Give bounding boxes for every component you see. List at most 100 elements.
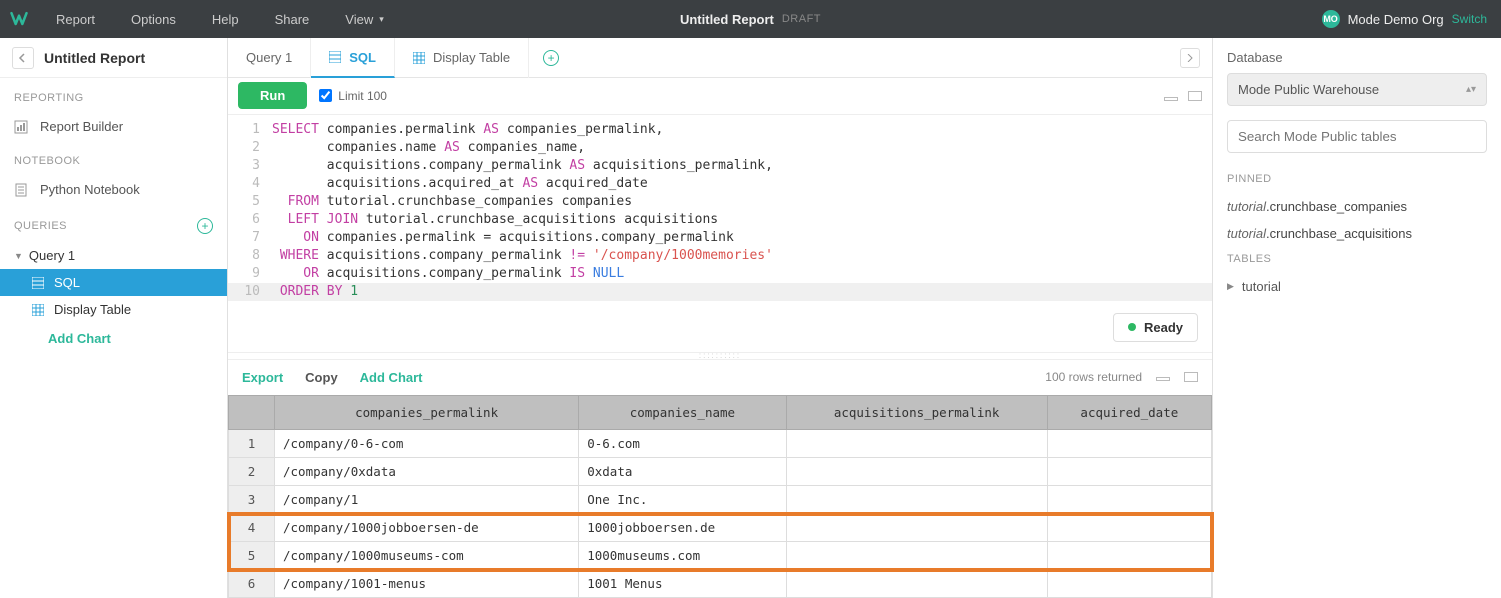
code-content[interactable]: companies.name AS companies_name, bbox=[272, 139, 585, 157]
sidebar-title: Untitled Report bbox=[44, 50, 145, 66]
table-cell[interactable]: /company/1000jobboersen-de bbox=[275, 514, 579, 542]
table-cell[interactable]: /company/1001-menus bbox=[275, 570, 579, 598]
row-number-header bbox=[229, 396, 275, 430]
pane-resize-handle[interactable]: :::::::::: bbox=[228, 352, 1212, 360]
table-row[interactable]: 6/company/1001-menus1001 Menus bbox=[229, 570, 1212, 598]
add-tab-button[interactable]: + bbox=[543, 50, 559, 66]
table-cell[interactable] bbox=[1047, 570, 1211, 598]
app-logo[interactable] bbox=[0, 0, 38, 38]
code-line[interactable]: 9 OR acquisitions.company_permalink IS N… bbox=[228, 265, 1212, 283]
code-line[interactable]: 8 WHERE acquisitions.company_permalink !… bbox=[228, 247, 1212, 265]
table-row[interactable]: 5/company/1000museums-com1000museums.com bbox=[229, 542, 1212, 570]
add-chart-link[interactable]: Add Chart bbox=[360, 370, 423, 385]
table-cell[interactable]: 1001 Menus bbox=[579, 570, 786, 598]
column-header[interactable]: acquisitions_permalink bbox=[786, 396, 1047, 430]
sidebar-item-label: SQL bbox=[54, 275, 80, 290]
report-title[interactable]: Untitled Report bbox=[680, 12, 774, 27]
table-cell[interactable]: 1000museums.com bbox=[579, 542, 786, 570]
table-cell[interactable] bbox=[786, 570, 1047, 598]
code-content[interactable]: SELECT companies.permalink AS companies_… bbox=[272, 121, 663, 139]
table-row[interactable]: 3/company/1One Inc. bbox=[229, 486, 1212, 514]
sidebar-item-report-builder[interactable]: Report Builder bbox=[0, 112, 227, 141]
search-tables-input[interactable] bbox=[1227, 120, 1487, 153]
table-cell[interactable] bbox=[786, 542, 1047, 570]
menu-report[interactable]: Report bbox=[38, 0, 113, 38]
table-row[interactable]: 1/company/0-6-com0-6.com bbox=[229, 430, 1212, 458]
code-content[interactable]: FROM tutorial.crunchbase_companies compa… bbox=[272, 193, 632, 211]
sidebar-item-sql[interactable]: SQL bbox=[0, 269, 227, 296]
table-cell[interactable]: /company/0xdata bbox=[275, 458, 579, 486]
table-cell[interactable]: 1000jobboersen.de bbox=[579, 514, 786, 542]
table-cell[interactable]: 0xdata bbox=[579, 458, 786, 486]
table-cell[interactable] bbox=[1047, 458, 1211, 486]
org-name[interactable]: Mode Demo Org bbox=[1348, 12, 1444, 27]
back-button[interactable] bbox=[12, 47, 34, 69]
copy-link[interactable]: Copy bbox=[305, 370, 338, 385]
expand-button[interactable] bbox=[1180, 48, 1200, 68]
menu-view[interactable]: View ▾ bbox=[327, 0, 401, 38]
minimize-icon[interactable] bbox=[1164, 97, 1178, 101]
menu-share[interactable]: Share bbox=[257, 0, 328, 38]
sidebar-add-chart-link[interactable]: Add Chart bbox=[0, 323, 227, 352]
column-header[interactable]: acquired_date bbox=[1047, 396, 1211, 430]
table-cell[interactable]: One Inc. bbox=[579, 486, 786, 514]
menu-help[interactable]: Help bbox=[194, 0, 257, 38]
code-content[interactable]: OR acquisitions.company_permalink IS NUL… bbox=[272, 265, 624, 283]
code-line[interactable]: 7 ON companies.permalink = acquisitions.… bbox=[228, 229, 1212, 247]
menu-options[interactable]: Options bbox=[113, 0, 194, 38]
org-avatar[interactable]: MO bbox=[1322, 10, 1340, 28]
caret-right-icon: ▶ bbox=[1227, 281, 1234, 292]
code-content[interactable]: ON companies.permalink = acquisitions.co… bbox=[272, 229, 734, 247]
sidebar-item-query1[interactable]: ▼ Query 1 bbox=[0, 242, 227, 269]
table-cell[interactable] bbox=[786, 430, 1047, 458]
pinned-table-item[interactable]: tutorial.crunchbase_companies bbox=[1227, 193, 1487, 220]
code-editor[interactable]: 1SELECT companies.permalink AS companies… bbox=[228, 115, 1212, 307]
table-cell[interactable] bbox=[786, 458, 1047, 486]
menu-view-label: View bbox=[345, 12, 373, 27]
maximize-icon[interactable] bbox=[1188, 91, 1202, 101]
table-row[interactable]: 4/company/1000jobboersen-de1000jobboerse… bbox=[229, 514, 1212, 542]
table-cell[interactable] bbox=[1047, 430, 1211, 458]
export-link[interactable]: Export bbox=[242, 370, 283, 385]
table-cell[interactable] bbox=[1047, 514, 1211, 542]
code-content[interactable]: WHERE acquisitions.company_permalink != … bbox=[272, 247, 773, 265]
sidebar-item-python-notebook[interactable]: Python Notebook bbox=[0, 175, 227, 204]
code-line[interactable]: 1SELECT companies.permalink AS companies… bbox=[228, 121, 1212, 139]
schema-item[interactable]: ▶tutorial bbox=[1227, 273, 1487, 300]
table-cell[interactable] bbox=[786, 514, 1047, 542]
maximize-icon[interactable] bbox=[1184, 372, 1198, 382]
code-content[interactable]: LEFT JOIN tutorial.crunchbase_acquisitio… bbox=[272, 211, 718, 229]
column-header[interactable]: companies_name bbox=[579, 396, 786, 430]
switch-org-link[interactable]: Switch bbox=[1452, 12, 1487, 26]
table-cell[interactable] bbox=[1047, 542, 1211, 570]
limit-checkbox[interactable]: Limit 100 bbox=[319, 89, 387, 103]
table-cell[interactable]: /company/0-6-com bbox=[275, 430, 579, 458]
code-line[interactable]: 6 LEFT JOIN tutorial.crunchbase_acquisit… bbox=[228, 211, 1212, 229]
code-line[interactable]: 4 acquisitions.acquired_at AS acquired_d… bbox=[228, 175, 1212, 193]
add-query-button[interactable]: + bbox=[197, 218, 213, 234]
code-content[interactable]: acquisitions.company_permalink AS acquis… bbox=[272, 157, 773, 175]
database-select[interactable]: Mode Public Warehouse ▴▾ bbox=[1227, 73, 1487, 106]
table-row[interactable]: 2/company/0xdata0xdata bbox=[229, 458, 1212, 486]
pinned-table-item[interactable]: tutorial.crunchbase_acquisitions bbox=[1227, 220, 1487, 247]
table-cell[interactable] bbox=[1047, 486, 1211, 514]
tab-query1[interactable]: Query 1 bbox=[228, 38, 311, 78]
tab-sql[interactable]: SQL bbox=[311, 38, 395, 78]
minimize-icon[interactable] bbox=[1156, 377, 1170, 381]
table-cell[interactable]: /company/1000museums-com bbox=[275, 542, 579, 570]
sidebar-item-display-table[interactable]: Display Table bbox=[0, 296, 227, 323]
table-cell[interactable] bbox=[786, 486, 1047, 514]
code-line[interactable]: 3 acquisitions.company_permalink AS acqu… bbox=[228, 157, 1212, 175]
run-button[interactable]: Run bbox=[238, 82, 307, 109]
table-cell[interactable]: /company/1 bbox=[275, 486, 579, 514]
code-line[interactable]: 5 FROM tutorial.crunchbase_companies com… bbox=[228, 193, 1212, 211]
limit-checkbox-input[interactable] bbox=[319, 89, 332, 102]
code-content[interactable]: acquisitions.acquired_at AS acquired_dat… bbox=[272, 175, 648, 193]
code-line[interactable]: 2 companies.name AS companies_name, bbox=[228, 139, 1212, 157]
code-line[interactable]: 10 ORDER BY 1 bbox=[228, 283, 1212, 301]
row-number-cell: 2 bbox=[229, 458, 275, 486]
column-header[interactable]: companies_permalink bbox=[275, 396, 579, 430]
table-cell[interactable]: 0-6.com bbox=[579, 430, 786, 458]
tab-display-table[interactable]: Display Table bbox=[395, 38, 529, 78]
code-content[interactable]: ORDER BY 1 bbox=[272, 283, 358, 301]
